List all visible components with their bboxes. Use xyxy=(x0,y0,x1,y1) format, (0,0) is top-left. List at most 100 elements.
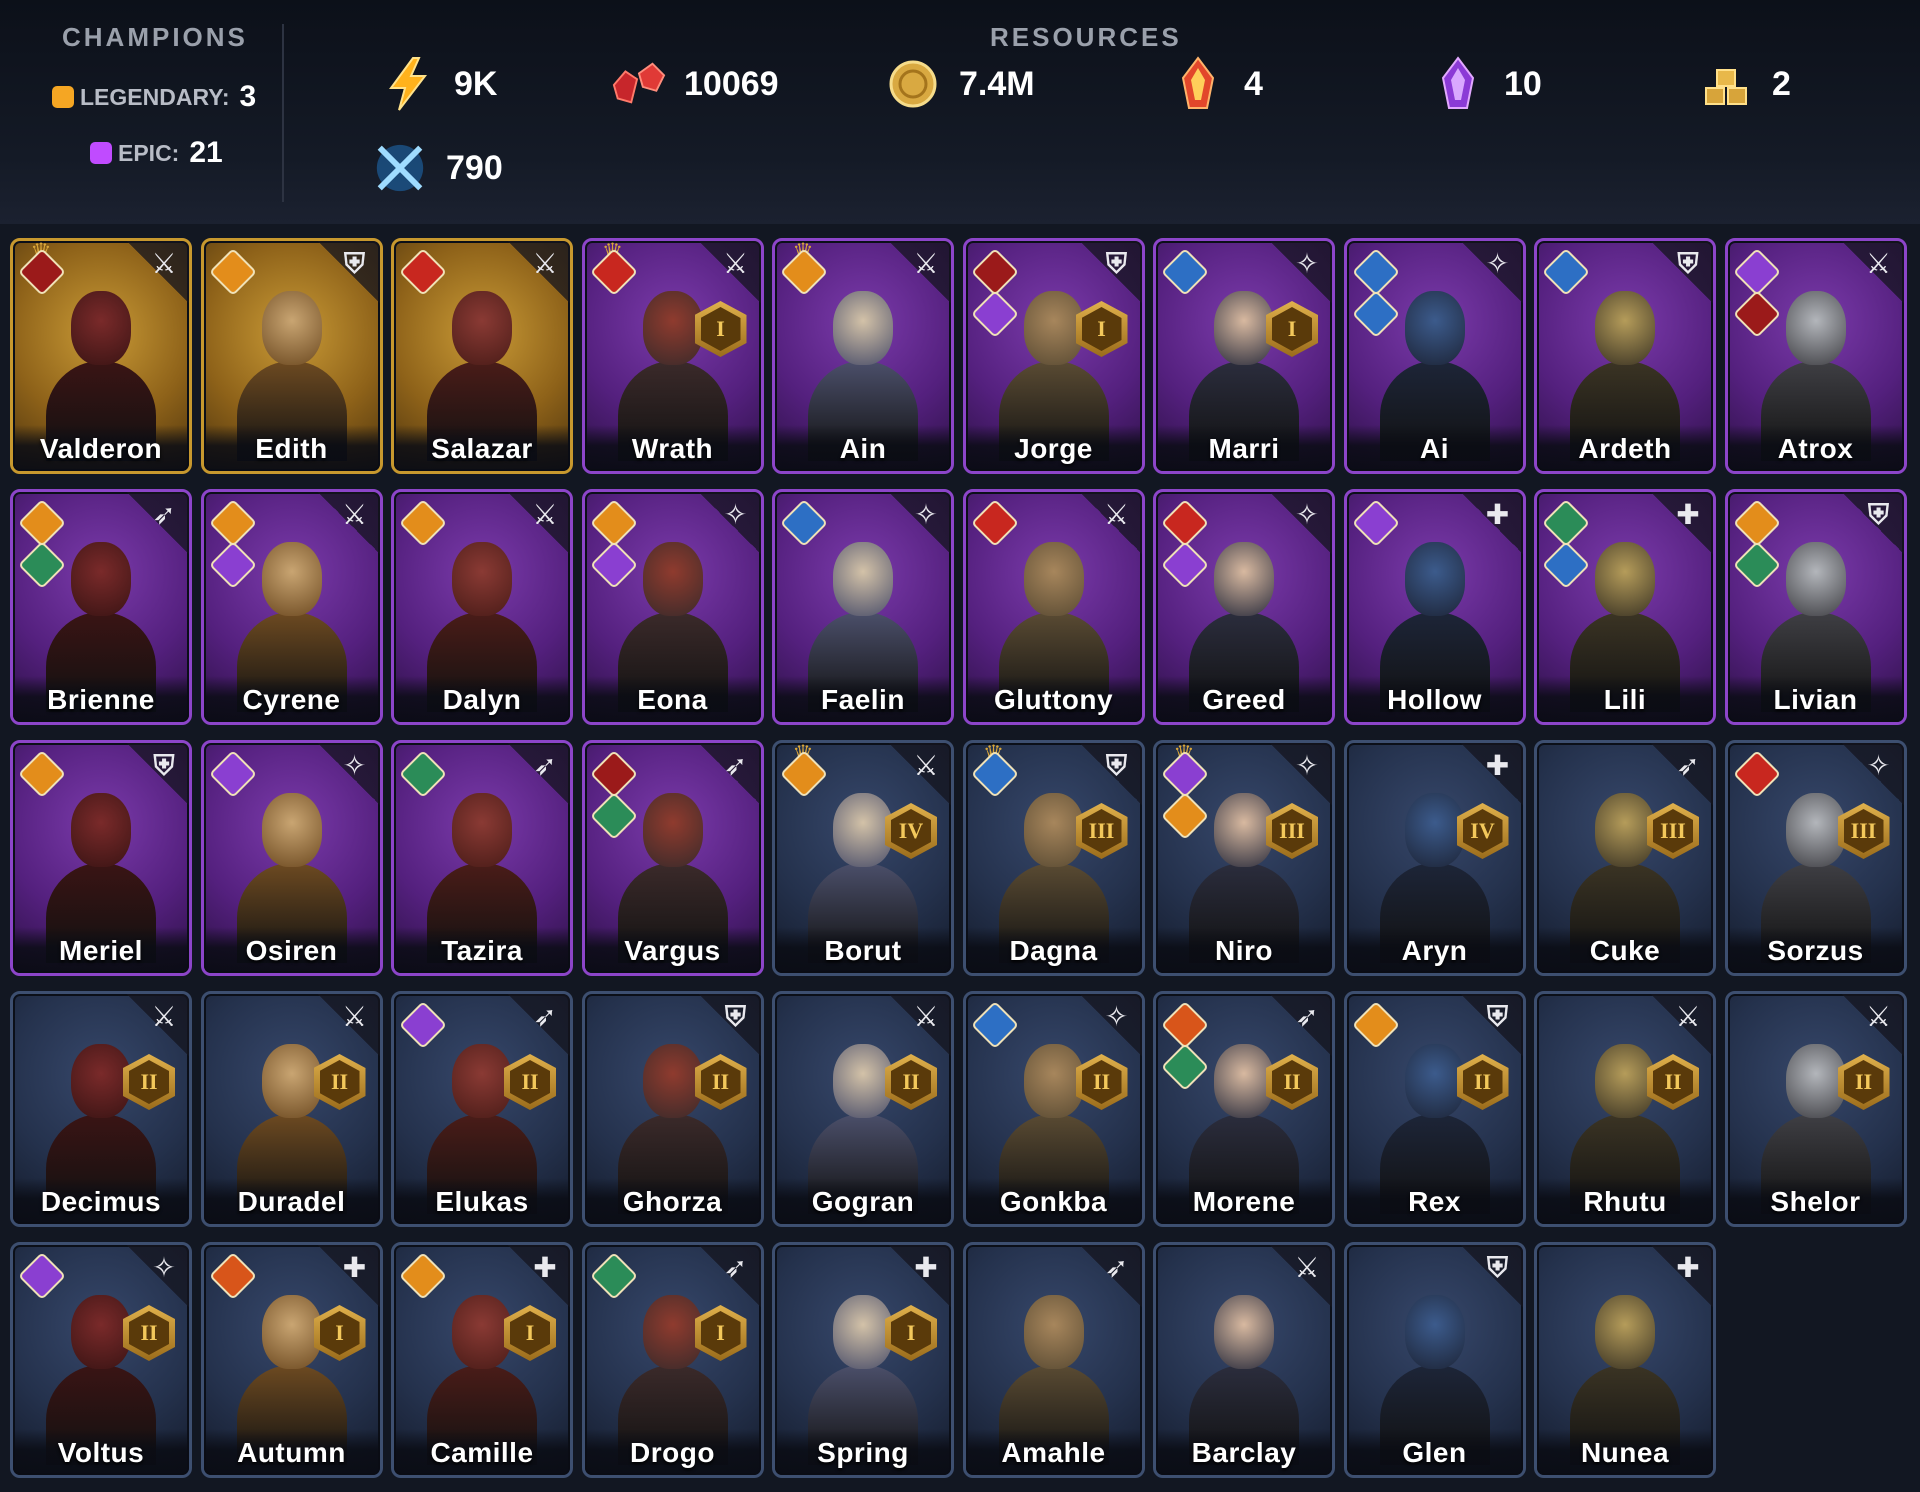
healer-role-icon: ✚ xyxy=(914,1252,938,1283)
attack-role-icon: ⚔ xyxy=(532,248,558,279)
champion-card-tazira[interactable]: ➶ Tazira xyxy=(391,740,573,976)
champion-card-hollow[interactable]: ✚ Hollow xyxy=(1343,489,1526,725)
champion-card-ai[interactable]: ✧ Ai xyxy=(1343,238,1526,474)
void-shard-value: 10 xyxy=(1504,64,1542,103)
ranged-role-icon: ➶ xyxy=(723,750,748,781)
champion-card-vargus[interactable]: ➶ Vargus xyxy=(581,740,764,976)
champion-card-rhutu[interactable]: ⚔ II Rhutu xyxy=(1534,991,1716,1227)
rank-label: II xyxy=(700,1060,741,1104)
champion-card-ain[interactable]: ⚔♛Ain xyxy=(772,238,954,474)
portrait-head xyxy=(71,1044,131,1118)
champion-card-edith[interactable]: ⛨ Edith xyxy=(200,238,383,474)
resource-fire-shard[interactable]: 4 xyxy=(1170,56,1263,112)
legendary-label: LEGENDARY: xyxy=(80,83,230,110)
champion-name: Decimus xyxy=(40,1186,162,1217)
champion-card-elukas[interactable]: ➶ II Elukas xyxy=(391,991,573,1227)
champion-card-eona[interactable]: ✧ Eona xyxy=(581,489,764,725)
champion-card-brienne[interactable]: ➶ Brienne xyxy=(10,489,192,725)
resource-energy[interactable]: 9K xyxy=(380,56,497,112)
champion-grid: ⚔♛Valderon ⛨Edith ⚔Salazar ⚔♛IWrath ⚔♛Ai… xyxy=(10,238,1907,1478)
champion-card-meriel[interactable]: ⛨ Meriel xyxy=(10,740,192,976)
ranged-role-icon: ➶ xyxy=(1676,750,1700,781)
rank-label: II xyxy=(1462,1060,1503,1104)
champion-card-duradel[interactable]: ⚔ II Duradel xyxy=(200,991,383,1227)
champion-card-aryn[interactable]: ✚ IV Aryn xyxy=(1343,740,1526,976)
champion-card-wrath[interactable]: ⚔♛IWrath xyxy=(581,238,764,474)
portrait-head xyxy=(1023,1044,1084,1118)
champion-card-decimus[interactable]: ⚔ II Decimus xyxy=(10,991,192,1227)
champion-card-lili[interactable]: ✚ Lili xyxy=(1534,489,1716,725)
portrait-head xyxy=(1785,1044,1846,1118)
champion-name: Ghorza xyxy=(622,1186,723,1217)
portrait-head xyxy=(1023,793,1084,867)
portrait-head xyxy=(452,793,512,867)
champion-name: Vargus xyxy=(624,935,721,966)
resource-gems[interactable]: 10069 xyxy=(610,56,779,112)
champion-card-niro[interactable]: ✧♛IIINiro xyxy=(1153,740,1335,976)
champion-name: Voltus xyxy=(57,1437,145,1468)
champion-card-morene[interactable]: ➶ II Morene xyxy=(1153,991,1335,1227)
champion-card-cyrene[interactable]: ⚔ Cyrene xyxy=(200,489,383,725)
champion-card-marri[interactable]: ✧ I Marri xyxy=(1153,238,1335,474)
champion-card-sorzus[interactable]: ✧ III Sorzus xyxy=(1724,740,1907,976)
champion-card-spring[interactable]: ✚ I Spring xyxy=(772,1242,954,1478)
champion-card-gluttony[interactable]: ⚔ Gluttony xyxy=(962,489,1145,725)
champion-card-nunea[interactable]: ✚ Nunea xyxy=(1534,1242,1716,1478)
champion-card-gogran[interactable]: ⚔ II Gogran xyxy=(772,991,954,1227)
champion-card-ardeth[interactable]: ⛨ Ardeth xyxy=(1534,238,1716,474)
ranged-role-icon: ➶ xyxy=(533,1001,557,1032)
defense-role-icon: ⛨ xyxy=(1677,248,1699,279)
champion-card-barclay[interactable]: ⚔ Barclay xyxy=(1153,1242,1335,1478)
champion-card-salazar[interactable]: ⚔ Salazar xyxy=(391,238,573,474)
champion-card-dagna[interactable]: ⛨♛IIIDagna xyxy=(962,740,1145,976)
champion-card-autumn[interactable]: ✚ I Autumn xyxy=(200,1242,383,1478)
champion-card-livian[interactable]: ⛨ Livian xyxy=(1724,489,1907,725)
support-role-icon: ✧ xyxy=(1104,1001,1129,1032)
resource-gold[interactable]: 7.4M xyxy=(885,56,1035,112)
champion-card-osiren[interactable]: ✧ Osiren xyxy=(200,740,383,976)
rank-label: I xyxy=(1081,307,1122,351)
portrait-head xyxy=(1785,291,1846,365)
champion-card-cuke[interactable]: ➶ III Cuke xyxy=(1534,740,1716,976)
rank-label: IV xyxy=(1462,809,1503,853)
champion-card-greed[interactable]: ✧ Greed xyxy=(1153,489,1335,725)
champion-name: Shelor xyxy=(1770,1186,1861,1217)
portrait-head xyxy=(1214,793,1274,867)
portrait-head xyxy=(1595,793,1655,867)
defense-role-icon: ⛨ xyxy=(1105,750,1127,781)
champion-card-valderon[interactable]: ⚔♛Valderon xyxy=(10,238,192,474)
champion-name: Cuke xyxy=(1589,935,1661,966)
resource-arena-tokens[interactable]: 790 xyxy=(372,140,503,196)
champion-name: Ain xyxy=(839,433,887,464)
rank-label: II xyxy=(510,1060,550,1104)
champion-name: Ai xyxy=(1420,433,1449,464)
champion-card-drogo[interactable]: ➶ I Drogo xyxy=(581,1242,764,1478)
champion-card-camille[interactable]: ✚ I Camille xyxy=(391,1242,573,1478)
resource-void-shard[interactable]: 10 xyxy=(1430,56,1542,112)
champion-card-glen[interactable]: ⛨ Glen xyxy=(1343,1242,1526,1478)
champion-card-gonkba[interactable]: ✧ II Gonkba xyxy=(962,991,1145,1227)
champion-card-jorge[interactable]: ⛨ I Jorge xyxy=(962,238,1145,474)
support-role-icon: ✧ xyxy=(1866,750,1891,781)
portrait-head xyxy=(642,793,703,867)
champion-card-voltus[interactable]: ✧ II Voltus xyxy=(10,1242,192,1478)
champion-card-dalyn[interactable]: ⚔ Dalyn xyxy=(391,489,573,725)
champion-name: Dalyn xyxy=(442,684,522,715)
champion-card-rex[interactable]: ⛨ II Rex xyxy=(1343,991,1526,1227)
champion-card-amahle[interactable]: ➶ Amahle xyxy=(962,1242,1145,1478)
champion-name: Gogran xyxy=(811,1186,915,1217)
attack-role-icon: ⚔ xyxy=(532,499,558,530)
portrait-head xyxy=(642,291,703,365)
healer-role-icon: ✚ xyxy=(1485,499,1510,530)
champion-name: Drogo xyxy=(630,1437,715,1468)
champion-card-shelor[interactable]: ⚔ II Shelor xyxy=(1724,991,1907,1227)
rank-label: IV xyxy=(891,809,931,853)
champion-card-atrox[interactable]: ⚔ Atrox xyxy=(1724,238,1907,474)
champion-card-borut[interactable]: ⚔♛IVBorut xyxy=(772,740,954,976)
champion-card-faelin[interactable]: ✧ Faelin xyxy=(772,489,954,725)
rank-label: I xyxy=(700,1311,741,1355)
champion-card-ghorza[interactable]: ⛨ II Ghorza xyxy=(581,991,764,1227)
rank-label: III xyxy=(1843,809,1884,853)
resource-gold-bars[interactable]: 2 xyxy=(1698,56,1791,112)
champion-name: Spring xyxy=(817,1437,909,1468)
